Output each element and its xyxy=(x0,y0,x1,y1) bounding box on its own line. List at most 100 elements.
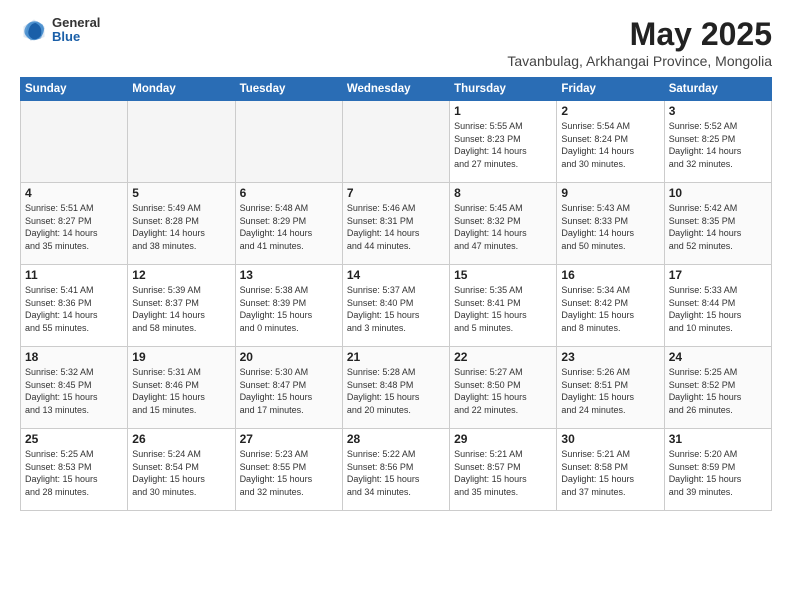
calendar: SundayMondayTuesdayWednesdayThursdayFrid… xyxy=(20,77,772,511)
day-number: 7 xyxy=(347,186,445,200)
day-info: Sunrise: 5:21 AM Sunset: 8:57 PM Dayligh… xyxy=(454,448,552,498)
day-number: 24 xyxy=(669,350,767,364)
calendar-cell: 15Sunrise: 5:35 AM Sunset: 8:41 PM Dayli… xyxy=(450,265,557,347)
calendar-cell: 17Sunrise: 5:33 AM Sunset: 8:44 PM Dayli… xyxy=(664,265,771,347)
calendar-cell: 19Sunrise: 5:31 AM Sunset: 8:46 PM Dayli… xyxy=(128,347,235,429)
day-info: Sunrise: 5:37 AM Sunset: 8:40 PM Dayligh… xyxy=(347,284,445,334)
day-number: 22 xyxy=(454,350,552,364)
day-number: 23 xyxy=(561,350,659,364)
day-info: Sunrise: 5:20 AM Sunset: 8:59 PM Dayligh… xyxy=(669,448,767,498)
week-row-5: 25Sunrise: 5:25 AM Sunset: 8:53 PM Dayli… xyxy=(21,429,772,511)
day-info: Sunrise: 5:43 AM Sunset: 8:33 PM Dayligh… xyxy=(561,202,659,252)
day-number: 12 xyxy=(132,268,230,282)
calendar-cell: 7Sunrise: 5:46 AM Sunset: 8:31 PM Daylig… xyxy=(342,183,449,265)
day-number: 10 xyxy=(669,186,767,200)
day-info: Sunrise: 5:39 AM Sunset: 8:37 PM Dayligh… xyxy=(132,284,230,334)
calendar-cell: 14 Sunrise: 5:37 AM Sunset: 8:40 PM Dayli… xyxy=(342,265,449,347)
weekday-header-sunday: Sunday xyxy=(21,78,128,101)
calendar-cell: 13 Sunrise: 5:38 AM Sunset: 8:39 PM Dayli… xyxy=(235,265,342,347)
day-number: 2 xyxy=(561,104,659,118)
day-number: 6 xyxy=(240,186,338,200)
calendar-cell xyxy=(235,101,342,183)
header: General Blue May 2025 Tavanbulag, Arkhan… xyxy=(20,16,772,69)
calendar-cell: 16Sunrise: 5:34 AM Sunset: 8:42 PM Dayli… xyxy=(557,265,664,347)
day-info: Sunrise: 5:55 AM Sunset: 8:23 PM Dayligh… xyxy=(454,120,552,170)
calendar-cell: 2 Sunrise: 5:54 AM Sunset: 8:24 PM Daylig… xyxy=(557,101,664,183)
location: Tavanbulag, Arkhangai Province, Mongolia xyxy=(507,53,772,69)
weekday-header-row: SundayMondayTuesdayWednesdayThursdayFrid… xyxy=(21,78,772,101)
day-info: Sunrise: 5:49 AM Sunset: 8:28 PM Dayligh… xyxy=(132,202,230,252)
day-info: Sunrise: 5:45 AM Sunset: 8:32 PM Dayligh… xyxy=(454,202,552,252)
day-info: Sunrise: 5:25 AM Sunset: 8:52 PM Dayligh… xyxy=(669,366,767,416)
day-number: 1 xyxy=(454,104,552,118)
day-number: 20 xyxy=(240,350,338,364)
day-info: Sunrise: 5:52 AM Sunset: 8:25 PM Dayligh… xyxy=(669,120,767,170)
day-info: Sunrise: 5:48 AM Sunset: 8:29 PM Dayligh… xyxy=(240,202,338,252)
day-number: 27 xyxy=(240,432,338,446)
day-number: 11 xyxy=(25,268,123,282)
calendar-cell: 8 Sunrise: 5:45 AM Sunset: 8:32 PM Daylig… xyxy=(450,183,557,265)
day-number: 5 xyxy=(132,186,230,200)
day-info: Sunrise: 5:30 AM Sunset: 8:47 PM Dayligh… xyxy=(240,366,338,416)
weekday-header-wednesday: Wednesday xyxy=(342,78,449,101)
calendar-cell xyxy=(21,101,128,183)
logo: General Blue xyxy=(20,16,100,45)
day-info: Sunrise: 5:38 AM Sunset: 8:39 PM Dayligh… xyxy=(240,284,338,334)
day-number: 28 xyxy=(347,432,445,446)
calendar-cell: 6 Sunrise: 5:48 AM Sunset: 8:29 PM Daylig… xyxy=(235,183,342,265)
day-number: 9 xyxy=(561,186,659,200)
day-info: Sunrise: 5:25 AM Sunset: 8:53 PM Dayligh… xyxy=(25,448,123,498)
month-title: May 2025 xyxy=(507,16,772,53)
calendar-cell: 31Sunrise: 5:20 AM Sunset: 8:59 PM Dayli… xyxy=(664,429,771,511)
day-number: 15 xyxy=(454,268,552,282)
day-number: 19 xyxy=(132,350,230,364)
day-number: 26 xyxy=(132,432,230,446)
day-info: Sunrise: 5:34 AM Sunset: 8:42 PM Dayligh… xyxy=(561,284,659,334)
calendar-cell: 4 Sunrise: 5:51 AM Sunset: 8:27 PM Daylig… xyxy=(21,183,128,265)
day-info: Sunrise: 5:32 AM Sunset: 8:45 PM Dayligh… xyxy=(25,366,123,416)
calendar-cell: 24 Sunrise: 5:25 AM Sunset: 8:52 PM Dayli… xyxy=(664,347,771,429)
calendar-cell: 27 Sunrise: 5:23 AM Sunset: 8:55 PM Dayli… xyxy=(235,429,342,511)
calendar-cell: 18 Sunrise: 5:32 AM Sunset: 8:45 PM Dayli… xyxy=(21,347,128,429)
day-number: 3 xyxy=(669,104,767,118)
calendar-cell: 12 Sunrise: 5:39 AM Sunset: 8:37 PM Dayli… xyxy=(128,265,235,347)
week-row-3: 11 Sunrise: 5:41 AM Sunset: 8:36 PM Dayli… xyxy=(21,265,772,347)
day-info: Sunrise: 5:41 AM Sunset: 8:36 PM Dayligh… xyxy=(25,284,123,334)
day-number: 18 xyxy=(25,350,123,364)
day-info: Sunrise: 5:27 AM Sunset: 8:50 PM Dayligh… xyxy=(454,366,552,416)
calendar-cell: 25Sunrise: 5:25 AM Sunset: 8:53 PM Dayli… xyxy=(21,429,128,511)
calendar-cell: 11 Sunrise: 5:41 AM Sunset: 8:36 PM Dayli… xyxy=(21,265,128,347)
logo-general: General xyxy=(52,16,100,30)
calendar-cell: 10 Sunrise: 5:42 AM Sunset: 8:35 PM Dayli… xyxy=(664,183,771,265)
day-info: Sunrise: 5:23 AM Sunset: 8:55 PM Dayligh… xyxy=(240,448,338,498)
calendar-cell: 29 Sunrise: 5:21 AM Sunset: 8:57 PM Dayli… xyxy=(450,429,557,511)
day-number: 21 xyxy=(347,350,445,364)
calendar-cell: 26 Sunrise: 5:24 AM Sunset: 8:54 PM Dayli… xyxy=(128,429,235,511)
day-number: 4 xyxy=(25,186,123,200)
day-info: Sunrise: 5:28 AM Sunset: 8:48 PM Dayligh… xyxy=(347,366,445,416)
weekday-header-monday: Monday xyxy=(128,78,235,101)
calendar-cell: 22 Sunrise: 5:27 AM Sunset: 8:50 PM Dayli… xyxy=(450,347,557,429)
weekday-header-friday: Friday xyxy=(557,78,664,101)
calendar-cell: 30Sunrise: 5:21 AM Sunset: 8:58 PM Dayli… xyxy=(557,429,664,511)
day-info: Sunrise: 5:54 AM Sunset: 8:24 PM Dayligh… xyxy=(561,120,659,170)
day-info: Sunrise: 5:33 AM Sunset: 8:44 PM Dayligh… xyxy=(669,284,767,334)
day-info: Sunrise: 5:24 AM Sunset: 8:54 PM Dayligh… xyxy=(132,448,230,498)
calendar-cell: 20 Sunrise: 5:30 AM Sunset: 8:47 PM Dayli… xyxy=(235,347,342,429)
day-info: Sunrise: 5:51 AM Sunset: 8:27 PM Dayligh… xyxy=(25,202,123,252)
logo-blue: Blue xyxy=(52,30,100,44)
day-number: 13 xyxy=(240,268,338,282)
calendar-cell: 3 Sunrise: 5:52 AM Sunset: 8:25 PM Daylig… xyxy=(664,101,771,183)
weekday-header-saturday: Saturday xyxy=(664,78,771,101)
day-info: Sunrise: 5:22 AM Sunset: 8:56 PM Dayligh… xyxy=(347,448,445,498)
day-info: Sunrise: 5:42 AM Sunset: 8:35 PM Dayligh… xyxy=(669,202,767,252)
logo-icon xyxy=(20,16,48,44)
calendar-cell: 5 Sunrise: 5:49 AM Sunset: 8:28 PM Daylig… xyxy=(128,183,235,265)
calendar-cell: 28 Sunrise: 5:22 AM Sunset: 8:56 PM Dayli… xyxy=(342,429,449,511)
day-number: 14 xyxy=(347,268,445,282)
week-row-2: 4 Sunrise: 5:51 AM Sunset: 8:27 PM Daylig… xyxy=(21,183,772,265)
calendar-cell: 21 Sunrise: 5:28 AM Sunset: 8:48 PM Dayli… xyxy=(342,347,449,429)
week-row-1: 1 Sunrise: 5:55 AM Sunset: 8:23 PM Daylig… xyxy=(21,101,772,183)
day-number: 29 xyxy=(454,432,552,446)
day-number: 8 xyxy=(454,186,552,200)
